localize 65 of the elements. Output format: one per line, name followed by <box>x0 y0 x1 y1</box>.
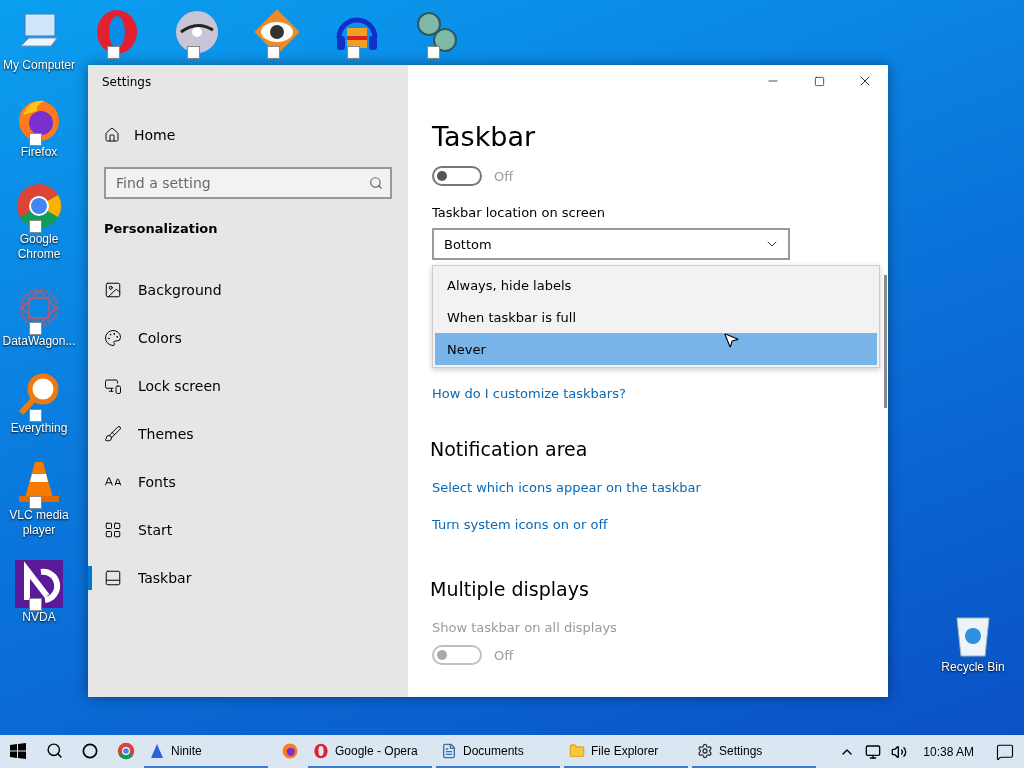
taskbar-button[interactable]: Documents <box>436 735 560 768</box>
desktop-shortcut[interactable]: Recycle Bin <box>934 610 1012 675</box>
desktop-shortcut[interactable]: DataWagon... <box>0 284 78 349</box>
toggle-state: Off <box>494 647 514 663</box>
section-heading: Personalization <box>103 221 219 236</box>
folder-icon <box>569 742 585 759</box>
settings-link[interactable]: Turn system icons on or off <box>432 517 608 532</box>
setting-label: Taskbar location on screen <box>432 205 605 220</box>
taskbar-button[interactable]: Google - Opera <box>308 735 432 768</box>
colors-icon <box>104 329 122 347</box>
chrome-icon <box>15 182 63 230</box>
section-heading: Multiple displays <box>430 578 589 600</box>
taskbar-button[interactable]: File Explorer <box>564 735 688 768</box>
sidebar-item[interactable]: Lock screen <box>88 362 408 410</box>
home-link[interactable]: Home <box>88 115 408 155</box>
ninite-icon <box>149 742 165 759</box>
search-icon <box>369 176 383 190</box>
nvda-icon <box>15 560 63 608</box>
taskbar-button[interactable]: Ninite <box>144 735 268 768</box>
sidebar-item[interactable]: Background <box>88 266 408 314</box>
lock-icon <box>104 377 122 395</box>
opera-icon <box>313 742 329 759</box>
windows-logo-icon <box>10 742 26 759</box>
desktop-shortcut[interactable]: Google Chrome <box>0 182 78 262</box>
location-dropdown[interactable]: Bottom <box>432 228 790 260</box>
clock[interactable]: 10:38 AM <box>923 744 974 759</box>
taskbar-icon <box>104 569 122 587</box>
settings-link[interactable]: Select which icons appear on the taskbar <box>432 480 701 495</box>
setting-label: Show taskbar on all displays <box>432 620 617 635</box>
circle-icon <box>82 742 98 759</box>
scrollbar-thumb[interactable] <box>884 275 887 408</box>
taskbar-button[interactable]: Settings <box>692 735 816 768</box>
chrome-icon <box>117 741 135 760</box>
desktop-shortcut[interactable]: Everything <box>0 371 78 436</box>
document-icon <box>441 742 457 759</box>
dropdown-option[interactable]: Never <box>435 333 877 365</box>
start-icon <box>104 521 122 539</box>
maximize-icon <box>813 75 825 87</box>
dropdown-option[interactable]: Always, hide labels <box>435 269 877 301</box>
settings-icon <box>697 742 713 759</box>
sidebar-item[interactable]: Themes <box>88 410 408 458</box>
network-icon <box>865 743 882 760</box>
mouse-cursor-icon <box>722 331 740 349</box>
dropdown-option[interactable]: When taskbar is full <box>435 301 877 333</box>
search-icon <box>45 742 63 759</box>
toggle-state: Off <box>494 168 514 184</box>
sidebar-item[interactable]: Colors <box>88 314 408 362</box>
window-title: Settings <box>101 74 153 91</box>
home-icon <box>104 127 120 143</box>
desktop-shortcut[interactable]: NVDA <box>0 560 78 625</box>
notification-icon <box>996 742 1014 761</box>
background-icon <box>104 281 122 299</box>
firefox-icon <box>281 741 299 760</box>
volume-icon <box>891 743 908 760</box>
sidebar-item[interactable]: Start <box>88 506 408 554</box>
section-heading: Notification area <box>430 438 588 460</box>
toggle-switch[interactable] <box>432 166 482 186</box>
search-field[interactable]: Find a setting <box>104 167 392 199</box>
themes-icon <box>104 425 122 443</box>
sidebar-item[interactable]: Taskbar <box>88 554 408 602</box>
page-title: Taskbar <box>432 121 536 152</box>
sidebar-item[interactable]: Fonts <box>88 458 408 506</box>
help-link[interactable]: How do I customize taskbars? <box>432 386 626 401</box>
desktop-shortcut[interactable]: VLC media player <box>0 458 78 538</box>
disc-icon <box>173 8 221 56</box>
